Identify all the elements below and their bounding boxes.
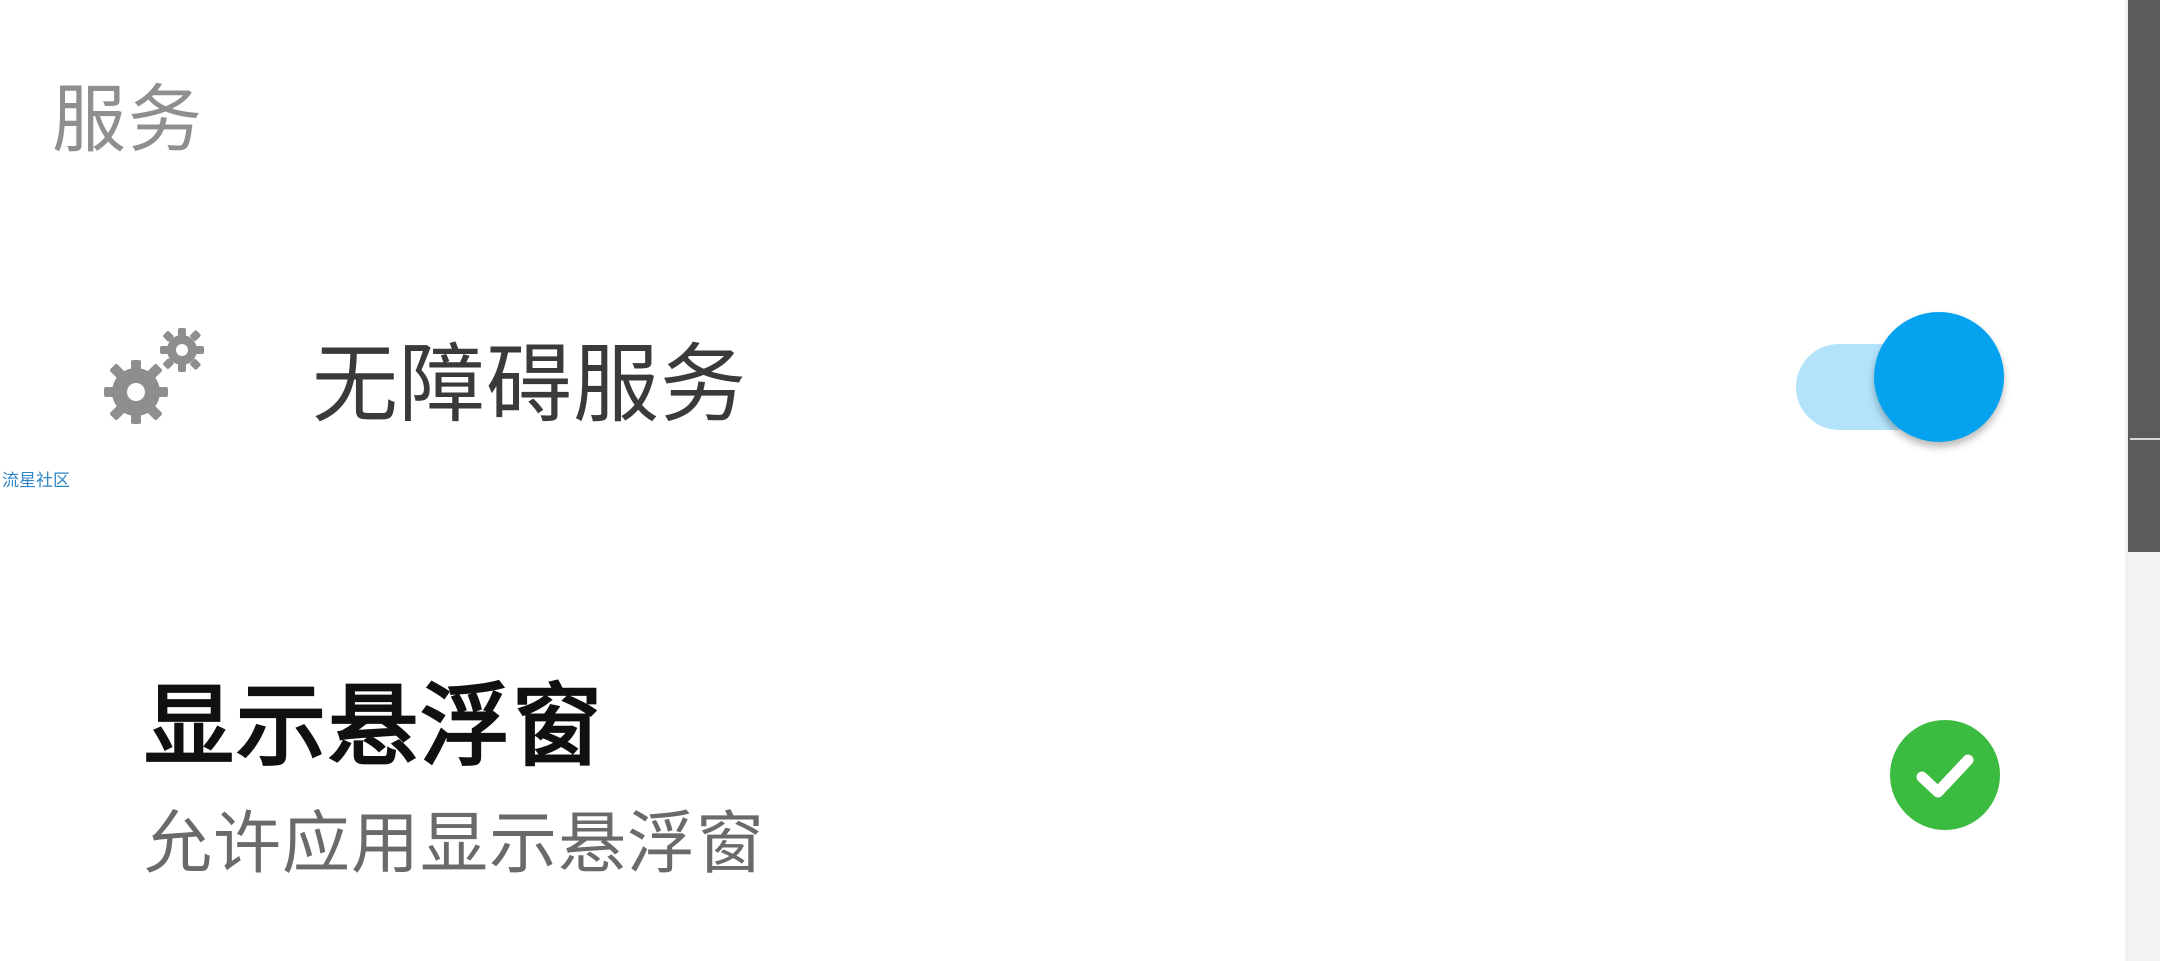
toggle-thumb	[1874, 312, 2004, 442]
accessibility-service-row[interactable]: 无障碍服务	[0, 300, 2110, 460]
gears-icon	[98, 322, 210, 432]
row-divider	[2130, 438, 2160, 440]
overlay-permission-title: 显示悬浮窗	[144, 674, 604, 779]
section-title: 服务	[52, 77, 204, 163]
accessibility-service-label: 无障碍服务	[312, 335, 747, 435]
accessibility-service-toggle[interactable]	[1796, 312, 2004, 448]
overlay-permission-row[interactable]: 显示悬浮窗 允许应用显示悬浮窗	[0, 660, 2110, 900]
watermark-text: 流星社区	[2, 471, 70, 491]
scrollbar-thumb[interactable]	[2128, 0, 2160, 552]
settings-page: 服务 无障碍服务 流星社区 显示悬浮窗 允许应用显示悬浮窗	[0, 0, 2160, 961]
check-circle-icon	[1890, 720, 2000, 830]
overlay-permission-description: 允许应用显示悬浮窗	[144, 805, 766, 884]
